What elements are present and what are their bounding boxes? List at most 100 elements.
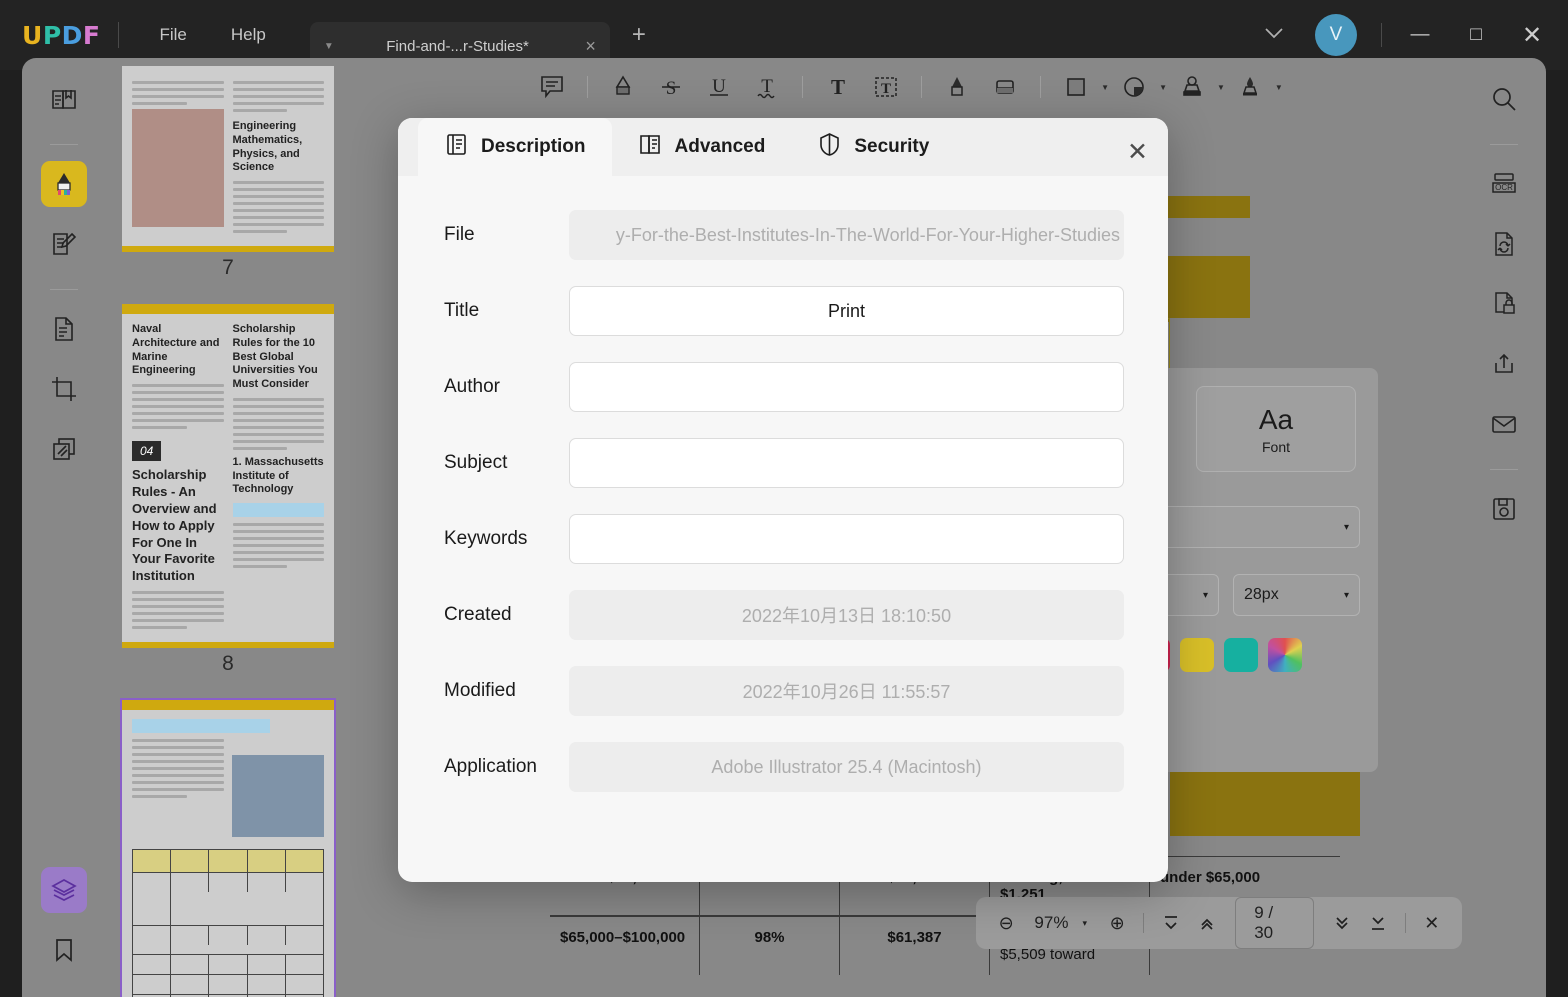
chevron-down-icon[interactable]: ▾ — [1344, 522, 1349, 533]
bookmark-icon[interactable] — [41, 927, 87, 973]
prev-page-button[interactable] — [1191, 906, 1223, 940]
field-row-created: Created 2022年10月13日 18:10:50 — [444, 590, 1124, 640]
svg-text:T: T — [881, 81, 891, 97]
ocr-icon[interactable]: OCR — [1481, 161, 1527, 207]
field-label-created: Created — [444, 604, 512, 625]
thumbnail-panel[interactable]: Engineering Mathematics, Physics, and Sc… — [106, 58, 350, 997]
squiggly-icon[interactable]: T — [744, 67, 790, 107]
zoombar-divider-1 — [1143, 913, 1145, 933]
thumbnail-page-number: 7 — [222, 256, 234, 279]
page-separator: / — [1268, 903, 1274, 922]
dialog-header: Description Advanced Security ✕ — [398, 118, 1168, 176]
updf-logo[interactable]: UPDF — [22, 21, 100, 50]
document-properties-dialog[interactable]: Description Advanced Security ✕ File y-F… — [398, 118, 1168, 882]
created-field: 2022年10月13日 18:10:50 — [569, 590, 1124, 640]
tab-advanced[interactable]: Advanced — [612, 118, 792, 176]
author-input[interactable] — [569, 362, 1124, 412]
cell-pct: 98% — [700, 917, 840, 975]
modified-field: 2022年10月26日 11:55:57 — [569, 666, 1124, 716]
stamp-tool-group[interactable]: ▼ — [1169, 67, 1225, 107]
reader-icon[interactable] — [41, 76, 87, 122]
search-icon[interactable] — [1481, 76, 1527, 122]
sticker-icon[interactable] — [1111, 67, 1157, 107]
avatar[interactable]: V — [1315, 14, 1357, 56]
chevron-down-icon[interactable]: ▾ — [1344, 590, 1349, 601]
page-indicator[interactable]: 9 / 30 — [1235, 897, 1314, 949]
organize-pages-icon[interactable] — [41, 306, 87, 352]
sticker-tool-group[interactable]: ▼ — [1111, 67, 1167, 107]
shape-dropdown-icon[interactable]: ▼ — [1101, 83, 1109, 92]
pencil-icon[interactable] — [934, 67, 980, 107]
rail-divider-2 — [50, 289, 78, 290]
chevron-down-icon[interactable] — [1247, 16, 1301, 54]
sticker-dropdown-icon[interactable]: ▼ — [1159, 83, 1167, 92]
application-field: Adobe Illustrator 25.4 (Macintosh) — [569, 742, 1124, 792]
dialog-body: File y-For-the-Best-Institutes-In-The-Wo… — [398, 176, 1168, 792]
zoom-level[interactable]: 97% — [1026, 913, 1076, 933]
signature-tool-group[interactable]: ▼ — [1227, 67, 1283, 107]
layers-icon[interactable] — [41, 867, 87, 913]
field-row-modified: Modified 2022年10月26日 11:55:57 — [444, 666, 1124, 716]
toolbar-divider-2 — [802, 76, 804, 98]
tab-description[interactable]: Description — [418, 118, 612, 176]
field-row-file: File y-For-the-Best-Institutes-In-The-Wo… — [444, 210, 1124, 260]
zoom-dropdown-icon[interactable]: ▾ — [1080, 918, 1097, 929]
font-label: Font — [1261, 438, 1290, 455]
eraser-icon[interactable] — [982, 67, 1028, 107]
font-glyph: Aa — [1258, 403, 1294, 435]
tab-close-icon[interactable]: × — [585, 36, 596, 57]
menu-help[interactable]: Help — [209, 19, 288, 51]
new-tab-icon[interactable]: + — [632, 21, 646, 49]
shape-icon[interactable] — [1053, 67, 1099, 107]
close-navbar-button[interactable]: ✕ — [1416, 906, 1448, 940]
logo-letter-u: U — [22, 20, 43, 50]
swatch-custom-color[interactable] — [1268, 638, 1302, 672]
batch-icon[interactable] — [41, 426, 87, 472]
field-label-title: Title — [444, 300, 480, 321]
thumb8-chapter-number: 04 — [132, 441, 162, 461]
edit-pdf-icon[interactable] — [41, 221, 87, 267]
swatch-teal[interactable] — [1224, 638, 1258, 672]
thumbnail-page-8[interactable]: Naval Architecture and Marine Engineerin… — [122, 304, 334, 700]
title-input[interactable]: Print — [569, 286, 1124, 336]
crop-page-icon[interactable] — [41, 366, 87, 412]
close-icon[interactable]: ✕ — [1127, 140, 1148, 165]
left-rail — [22, 58, 106, 997]
chevron-down-icon[interactable]: ▾ — [1203, 590, 1208, 601]
first-page-button[interactable] — [1154, 906, 1186, 940]
signature-icon[interactable] — [1227, 67, 1273, 107]
field-label-subject: Subject — [444, 452, 508, 473]
annotate-highlight-icon[interactable] — [41, 161, 87, 207]
font-button[interactable]: Aa Font — [1196, 386, 1356, 472]
save-icon[interactable] — [1481, 486, 1527, 532]
email-icon[interactable] — [1481, 401, 1527, 447]
font-size-select[interactable]: 28px ▾ — [1233, 574, 1360, 616]
thumbnail-page-7[interactable]: Engineering Mathematics, Physics, and Sc… — [122, 66, 334, 304]
text-box-icon[interactable]: T — [863, 67, 909, 107]
last-page-button[interactable] — [1362, 906, 1394, 940]
zoom-in-button[interactable]: ⊕ — [1101, 906, 1133, 940]
next-page-button[interactable] — [1326, 906, 1358, 940]
thumb8-heading-right: Scholarship Rules for the 10 Best Global… — [232, 323, 318, 390]
strikethrough-icon[interactable]: S — [648, 67, 694, 107]
convert-icon[interactable] — [1481, 221, 1527, 267]
zoom-out-button[interactable]: ⊖ — [990, 906, 1022, 940]
thumbnail-page-9[interactable]: 9 — [120, 698, 336, 997]
signature-dropdown-icon[interactable]: ▼ — [1275, 83, 1283, 92]
tab-security[interactable]: Security — [791, 118, 955, 176]
underline-icon[interactable]: U — [696, 67, 742, 107]
keywords-input[interactable] — [569, 514, 1124, 564]
tab-dropdown-icon[interactable]: ▼ — [324, 41, 334, 52]
text-icon[interactable]: T — [815, 67, 861, 107]
share-icon[interactable] — [1481, 341, 1527, 387]
highlight-icon[interactable] — [600, 67, 646, 107]
toolbar-divider-3 — [921, 76, 923, 98]
swatch-yellow[interactable] — [1180, 638, 1214, 672]
stamp-dropdown-icon[interactable]: ▼ — [1217, 83, 1225, 92]
protect-icon[interactable] — [1481, 281, 1527, 327]
subject-input[interactable] — [569, 438, 1124, 488]
menu-file[interactable]: File — [137, 19, 208, 51]
shape-tool-group[interactable]: ▼ — [1053, 67, 1109, 107]
comment-note-icon[interactable] — [529, 67, 575, 107]
stamp-icon[interactable] — [1169, 67, 1215, 107]
